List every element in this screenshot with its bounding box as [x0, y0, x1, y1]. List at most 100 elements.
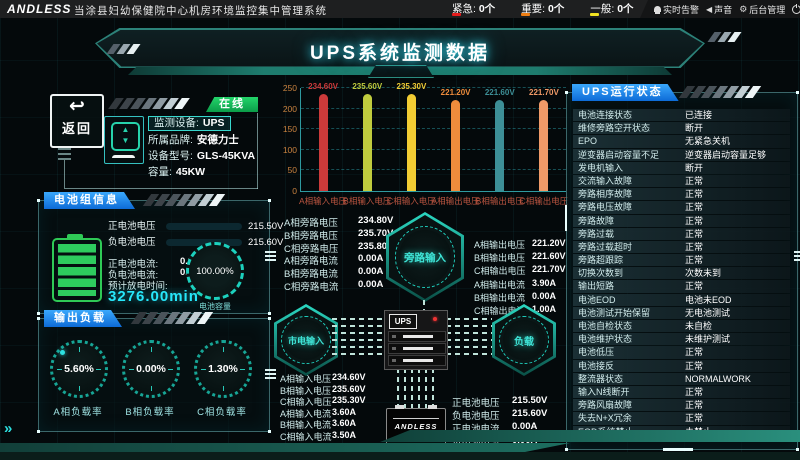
chart-plot-area: 050100150200250234.60VA相输入电压235.60VB相输入电…: [300, 88, 566, 192]
battery-bar-row: 正电池电压 215.50V: [108, 222, 258, 238]
system-title: 当涂县妇幼保健院中心机房环境监控集中管理系统: [74, 3, 327, 18]
status-row: 旁路电压故障 正常: [573, 201, 790, 213]
chart-bar-value: 221.20V: [441, 88, 471, 97]
data-row: A相旁路电压234.80V: [284, 215, 338, 228]
ups-label: UPS: [389, 314, 417, 329]
ups-monitor-screen: ANDLESS 当涂县妇幼保健院中心机房环境监控集中管理系统 紧急: 0个 重要…: [0, 0, 800, 460]
status-row: 输出短路 正常: [573, 280, 790, 292]
data-row: 正电池电压215.50V: [452, 395, 500, 408]
online-status-badge: 在线: [206, 97, 258, 112]
status-row: 电池EOD 电池未EOD: [573, 294, 790, 306]
chart-bar-value: 235.60V: [352, 82, 382, 91]
device-info-row: 所属品牌:安德力士: [148, 134, 266, 147]
gauge-label: A相负载率: [50, 404, 106, 418]
chart-bar: [495, 100, 504, 191]
alarm-counter[interactable]: 重要: 0个: [521, 1, 564, 16]
data-row: 负电池电压215.60V: [452, 408, 500, 421]
decor-slashes-left: [110, 44, 137, 54]
load-gauge: 0.00% B相负载率: [122, 340, 178, 418]
expand-chevrons[interactable]: »: [4, 420, 12, 437]
decor-slashes-right: [711, 32, 738, 42]
gauge-dial: 5.60%: [50, 340, 108, 398]
decor-stripes: [683, 86, 757, 98]
chart-bar: [363, 94, 372, 191]
data-row: C相旁路电流0.00A: [284, 279, 338, 292]
footer-band-left: [0, 443, 570, 452]
alarm-counters: 紧急: 0个 重要: 0个 一般: 0个: [452, 1, 634, 16]
battery-current-rows: 正电池电流:0.00A 负电池电流:0.00A: [108, 256, 158, 278]
decor-handle: [794, 251, 800, 261]
status-row: 维修旁路空开状态 断开: [573, 122, 790, 134]
y-axis-tick: 200: [283, 104, 297, 114]
x-axis-label: B相输入电压: [343, 195, 391, 207]
bypass-input-node[interactable]: 旁路输入: [386, 212, 464, 302]
chart-bar-value: 221.70V: [529, 88, 559, 97]
footer-band-right: [380, 430, 800, 442]
device-info-row: 设备型号:GLS-45KVA: [148, 150, 266, 163]
top-bar-actions: 实时告警 ◀ 声音 ⚙ 后台管理 注销(ad: [648, 0, 800, 18]
decor-handle: [265, 251, 276, 261]
brand-logo: ANDLESS: [7, 2, 71, 16]
speaker-icon: ◀: [706, 5, 712, 14]
status-row: 旁路超跟踪 正常: [573, 254, 790, 266]
ups-status-led: [433, 317, 437, 321]
scroll-indicator[interactable]: [663, 448, 693, 451]
battery-current-row: 正电池电流:0.00A: [108, 256, 158, 267]
status-row: 旁路风扇故障 正常: [573, 399, 790, 411]
data-row: B相输出电流0.00A: [474, 291, 526, 304]
load-gauges: 5.60% A相负载率 0.00% B相负载率 1.30%: [50, 340, 250, 418]
wire-ups-to-load: [446, 318, 492, 355]
ups-device-node[interactable]: UPS: [384, 310, 448, 370]
device-info-row: 监测设备:UPS: [148, 116, 231, 131]
battery-current-row: 负电池电流:0.00A: [108, 267, 158, 278]
data-row: B相旁路电流0.00A: [284, 266, 338, 279]
logout-button[interactable]: 注销(ad: [792, 3, 800, 16]
status-row: 电池维护状态 未维护测试: [573, 333, 790, 345]
voltage-bar-chart: 050100150200250234.60VA相输入电压235.60VB相输入电…: [276, 82, 568, 214]
status-row: 电池测试开始保留 无电池测试: [573, 307, 790, 319]
gauge-dial: 0.00%: [122, 340, 180, 398]
y-axis-tick: 50: [288, 165, 297, 175]
wire-bypass-to-ups: [423, 300, 425, 310]
status-row: 旁路故障 正常: [573, 215, 790, 227]
x-axis-label: C相输出电压: [520, 195, 569, 207]
x-axis-label: C相输入电压: [387, 195, 436, 207]
status-row: 发电机输入 断开: [573, 162, 790, 174]
chart-gridline: [301, 169, 566, 170]
x-axis-label: B相输出电压: [476, 195, 524, 207]
chart-bar-value: 234.60V: [308, 82, 338, 91]
alarm-counter[interactable]: 紧急: 0个: [452, 1, 495, 16]
battery-icon: [52, 238, 102, 302]
data-row: B相输入电压235.60V: [280, 384, 332, 396]
alarm-counter[interactable]: 一般: 0个: [590, 1, 633, 16]
admin-button[interactable]: ⚙ 后台管理: [739, 3, 785, 16]
load-gauge: 5.60% A相负载率: [50, 340, 106, 418]
status-table: 电池连接状态 已连接 维修旁路空开状态 断开 EPO 无紧急关机 逆变器启动容量…: [573, 109, 790, 439]
status-row: 旁路过载 正常: [573, 228, 790, 240]
data-row: C相输出电压221.70V: [474, 264, 526, 277]
data-row: B相输出电压221.60V: [474, 251, 526, 264]
status-row: 逆变器启动容量不足 逆变器启动容量足够: [573, 149, 790, 161]
status-row: 切换次数到 次数未到: [573, 267, 790, 279]
status-row: 交流输入故障 正常: [573, 175, 790, 187]
decor-stripes: [147, 194, 221, 206]
x-axis-label: A相输入电压: [299, 195, 347, 207]
load-node[interactable]: 负载: [492, 304, 556, 376]
sound-button[interactable]: ◀ 声音: [706, 3, 732, 16]
data-row: A相旁路电流0.00A: [284, 253, 338, 266]
mains-input-node[interactable]: 市电输入: [274, 304, 338, 376]
back-button[interactable]: ↩ 返回: [50, 94, 104, 148]
realtime-alarm-button[interactable]: 实时告警: [654, 3, 699, 16]
y-axis-tick: 0: [292, 186, 297, 196]
chart-bar: [407, 94, 416, 191]
chart-gridline: [301, 108, 566, 109]
y-axis-tick: 250: [283, 83, 297, 93]
alarm-underline: [521, 13, 530, 16]
data-row: B相旁路电压235.70V: [284, 228, 338, 241]
chart-bar-value: 235.30V: [397, 82, 427, 91]
battery-brand-label: ANDLESS: [387, 422, 445, 431]
status-row: 电池接反 正常: [573, 360, 790, 372]
alarm-underline: [590, 13, 599, 16]
y-axis-tick: 150: [283, 124, 297, 134]
wire-ups-to-battery: [397, 368, 434, 408]
